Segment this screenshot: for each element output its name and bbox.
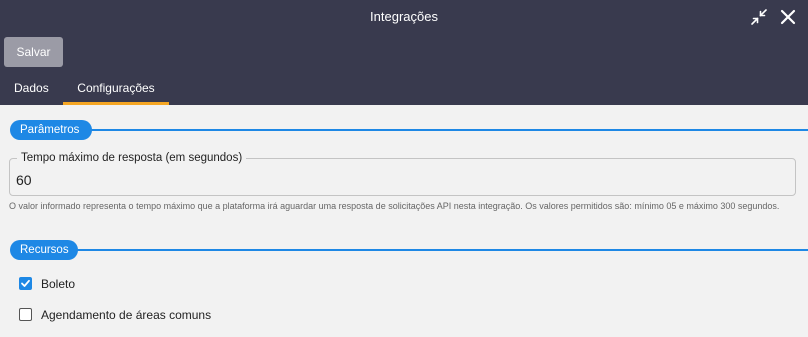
settings-panel: Parâmetros Tempo máximo de resposta (em … <box>0 105 808 337</box>
section-divider <box>76 249 808 251</box>
window-header: Integrações Salvar Dados Configurações <box>0 0 808 105</box>
section-recursos: Recursos <box>10 240 808 260</box>
save-button[interactable]: Salvar <box>4 37 63 67</box>
window-title: Integrações <box>370 9 438 24</box>
timeout-helper-text: O valor informado representa o tempo máx… <box>9 201 780 211</box>
timeout-field-label: Tempo máximo de resposta (em segundos) <box>17 151 247 165</box>
agendamento-checkbox[interactable] <box>19 308 32 321</box>
tab-dados[interactable]: Dados <box>14 77 49 105</box>
close-icon[interactable] <box>777 6 799 28</box>
collapse-arrows-icon[interactable] <box>748 6 770 28</box>
section-title-recursos: Recursos <box>10 240 78 260</box>
timeout-field: Tempo máximo de resposta (em segundos) <box>9 151 796 196</box>
section-divider <box>90 129 808 131</box>
section-parametros: Parâmetros <box>10 120 808 140</box>
timeout-input[interactable] <box>16 171 776 189</box>
boleto-label: Boleto <box>41 277 76 291</box>
checkmark-icon <box>21 279 30 287</box>
tab-configuracoes[interactable]: Configurações <box>63 77 169 105</box>
boleto-checkbox[interactable] <box>19 277 32 290</box>
agendamento-label: Agendamento de áreas comuns <box>41 308 212 322</box>
section-title-parametros: Parâmetros <box>10 120 92 140</box>
